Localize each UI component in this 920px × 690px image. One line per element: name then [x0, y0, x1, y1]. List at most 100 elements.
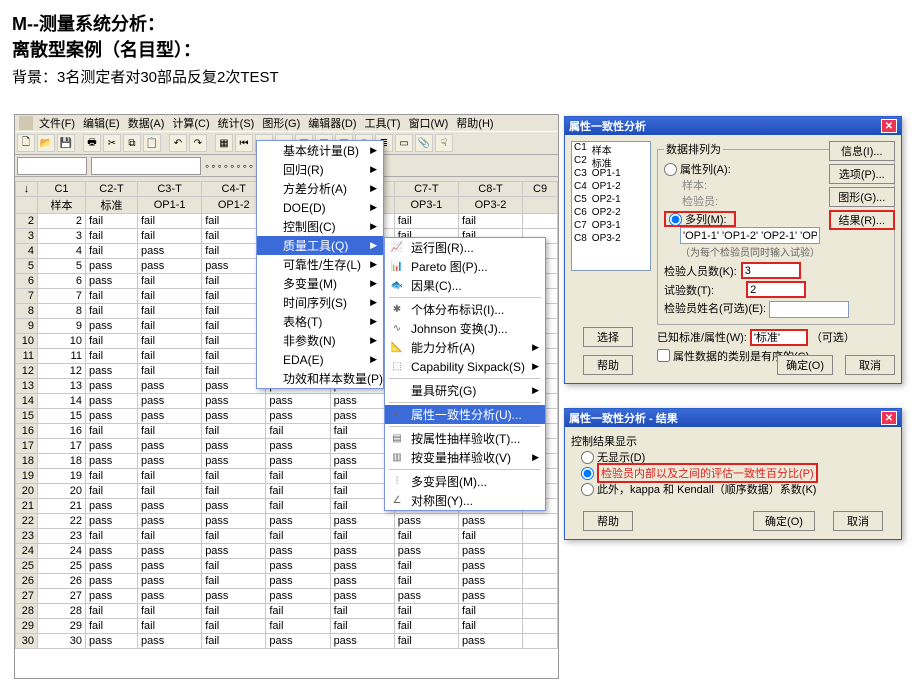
stat-menu-item[interactable]: 时间序列(S)▶	[257, 293, 383, 312]
dialog2-close-icon[interactable]: ✕	[881, 411, 897, 425]
button-info[interactable]: 信息(I)...	[829, 141, 895, 161]
page-title: M--测量系统分析：	[0, 0, 920, 36]
quality-menu-item[interactable]: ⬚Capability Sixpack(S)▶	[385, 357, 545, 376]
column-list-item[interactable]: C3OP1-1	[572, 168, 650, 181]
menu-data[interactable]: 数据(A)	[124, 115, 169, 131]
stat-menu-item[interactable]: EDA(E)▶	[257, 350, 383, 369]
grid-icon[interactable]: ▦	[215, 134, 233, 152]
stat-menu-item[interactable]: 多变量(M)▶	[257, 274, 383, 293]
label-trials: 试验数(T):	[664, 282, 714, 298]
dialog1-titlebar: 属性一致性分析 ✕	[565, 117, 901, 135]
column-list-item[interactable]: C2标准	[572, 155, 650, 168]
menu-tools[interactable]: 工具(T)	[361, 115, 405, 131]
menu-file[interactable]: 文件(F)	[35, 115, 79, 131]
stat-menu-item[interactable]: 基本统计量(B)▶	[257, 141, 383, 160]
del-icon[interactable]: ◦	[230, 159, 234, 173]
stat-menu-item[interactable]: DOE(D)▶	[257, 198, 383, 217]
button-graph[interactable]: 图形(G)...	[829, 187, 895, 207]
open-icon[interactable]: 📂	[37, 134, 55, 152]
ptr-icon[interactable]: ◦	[205, 159, 209, 173]
chart-icon[interactable]: ▭	[395, 134, 413, 152]
column-list-item[interactable]: C7OP3-1	[572, 220, 650, 233]
copy-icon[interactable]: ⧉	[123, 134, 141, 152]
input-multi-columns[interactable]	[680, 227, 820, 244]
quality-menu-item[interactable]: ▥按变量抽样验收(V)▶	[385, 448, 545, 467]
quality-menu-item[interactable]: 量具研究(G)▶	[385, 381, 545, 400]
sel-icon[interactable]: ◦	[243, 159, 247, 173]
quality-menu-item[interactable]: ▤按属性抽样验收(T)...	[385, 429, 545, 448]
radio-percent-agreement[interactable]: 检验员内部以及之间的评估一致性百分比(P)	[581, 465, 895, 481]
print-icon[interactable]: 🖶	[83, 134, 101, 152]
menu-stat[interactable]: 统计(S)	[214, 115, 259, 131]
radio-multi-column[interactable]: 多列(M):	[664, 211, 736, 227]
stat-menu-item[interactable]: 功效和样本数量(P)...	[257, 369, 383, 388]
quality-menu-item[interactable]: 🐟因果(C)...	[385, 276, 545, 295]
quality-menu-item[interactable]: ✓属性一致性分析(U)...	[385, 405, 545, 424]
save-icon[interactable]: 💾	[57, 134, 75, 152]
data-arrangement-legend: 数据排列为	[664, 141, 723, 157]
stat-menu-item[interactable]: 非参数(N)▶	[257, 331, 383, 350]
hand-icon[interactable]: ☟	[435, 134, 453, 152]
dialog1-title: 属性一致性分析	[569, 118, 646, 134]
menu-editor[interactable]: 编辑器(D)	[304, 115, 360, 131]
dialog1-column-list[interactable]: C1样本C2标准C3OP1-1C4OP1-2C5OP2-1C6OP2-2C7OP…	[571, 141, 651, 271]
menu-calc[interactable]: 计算(C)	[168, 115, 213, 131]
menu-window[interactable]: 窗口(W)	[405, 115, 453, 131]
dialog1-close-icon[interactable]: ✕	[881, 119, 897, 133]
page-subtitle: 离散型案例（名目型）：	[0, 36, 920, 62]
column-list-item[interactable]: C5OP2-1	[572, 194, 650, 207]
quality-menu-item[interactable]: ⫶多变异图(M)...	[385, 472, 545, 491]
cell-value-box[interactable]	[91, 157, 201, 175]
edit-icon[interactable]: ◦	[249, 159, 253, 173]
new-icon[interactable]: 🗋	[17, 134, 35, 152]
quality-menu-item[interactable]: ✱个体分布标识(I)...	[385, 300, 545, 319]
quality-menu-item[interactable]: 📐能力分析(A)▶	[385, 338, 545, 357]
quality-menu-item[interactable]: 📊Pareto 图(P)...	[385, 257, 545, 276]
zoom-icon[interactable]: ◦	[211, 159, 215, 173]
cut-icon[interactable]: ✂	[103, 134, 121, 152]
quality-menu-item[interactable]: ∿Johnson 变换(J)...	[385, 319, 545, 338]
quality-menu-item[interactable]: ∠对称图(Y)...	[385, 491, 545, 510]
app-icon	[19, 116, 33, 130]
cell-ref-box[interactable]	[17, 157, 87, 175]
stat-menu-item[interactable]: 控制图(C)▶	[257, 217, 383, 236]
button-ok2[interactable]: 确定(O)	[753, 511, 815, 531]
paste-icon[interactable]: 📋	[143, 134, 161, 152]
button-help2[interactable]: 帮助	[583, 511, 633, 531]
clip-icon[interactable]: 📎	[415, 134, 433, 152]
button-select[interactable]: 选择	[583, 327, 633, 347]
button-results[interactable]: 结果(R)...	[829, 210, 895, 230]
button-cancel1[interactable]: 取消	[845, 355, 895, 375]
label-inspectors-num: 检验人员数(K):	[664, 263, 737, 279]
quality-menu-item[interactable]: 📈运行图(R)...	[385, 238, 545, 257]
find-icon[interactable]: ◦	[236, 159, 240, 173]
button-ok1[interactable]: 确定(O)	[777, 355, 833, 375]
input-inspector-names[interactable]	[769, 301, 849, 318]
run-icon[interactable]: ◦	[224, 159, 228, 173]
radio-kappa-kendall[interactable]: 此外，kappa 和 Kendall（顺序数据）系数(K)	[581, 481, 895, 497]
stat-menu-item[interactable]: 表格(T)▶	[257, 312, 383, 331]
stat-menu-item[interactable]: 回归(R)▶	[257, 160, 383, 179]
stat-menu-item[interactable]: 可靠性/生存(L)▶	[257, 255, 383, 274]
redo-icon[interactable]: ↷	[189, 134, 207, 152]
button-cancel2[interactable]: 取消	[833, 511, 883, 531]
column-list-item[interactable]: C1样本	[572, 142, 650, 155]
input-inspectors-num[interactable]	[741, 262, 801, 279]
label-known-std: 已知标准/属性(W):	[657, 329, 747, 345]
column-list-item[interactable]: C4OP1-2	[572, 181, 650, 194]
input-known-std[interactable]	[750, 329, 808, 346]
pick-icon[interactable]: ◦	[218, 159, 222, 173]
input-trials[interactable]	[746, 281, 806, 298]
column-list-item[interactable]: C8OP3-2	[572, 233, 650, 246]
button-options[interactable]: 选项(P)...	[829, 164, 895, 184]
menu-edit[interactable]: 编辑(E)	[79, 115, 124, 131]
menu-help[interactable]: 帮助(H)	[452, 115, 497, 131]
menu-graph[interactable]: 图形(G)	[258, 115, 304, 131]
column-list-item[interactable]: C6OP2-2	[572, 207, 650, 220]
stat-menu-item[interactable]: 质量工具(Q)▶	[257, 236, 383, 255]
prev-icon[interactable]: ⏮	[235, 134, 253, 152]
button-help1[interactable]: 帮助	[583, 355, 633, 375]
undo-icon[interactable]: ↶	[169, 134, 187, 152]
hint-multi: （为每个检验员同时输入试验）	[664, 244, 888, 259]
stat-menu-item[interactable]: 方差分析(A)▶	[257, 179, 383, 198]
